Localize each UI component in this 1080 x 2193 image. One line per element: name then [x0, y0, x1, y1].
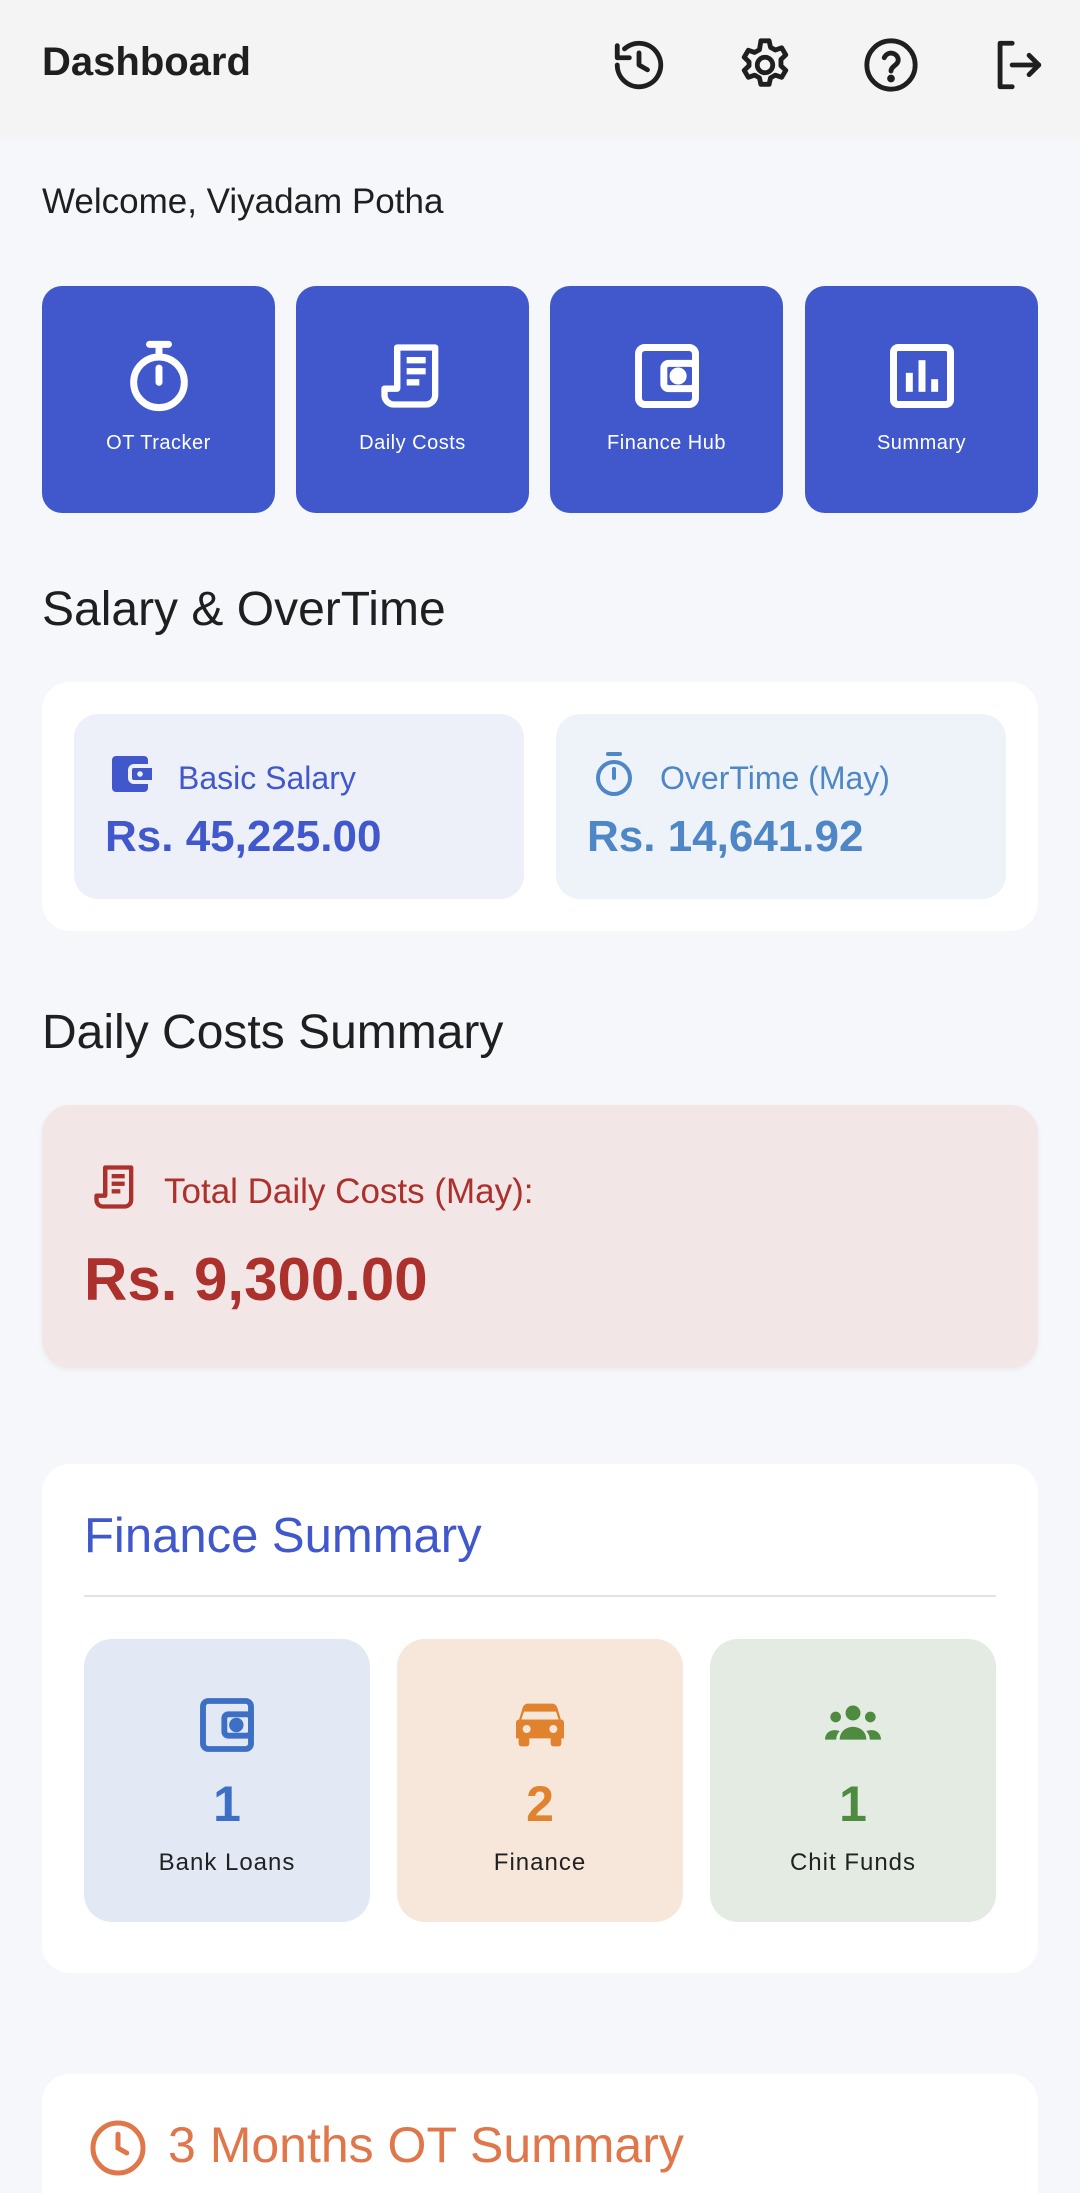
tile-label: Finance Hub: [607, 432, 726, 454]
car-icon: [397, 1693, 683, 1757]
tile-label: Summary: [876, 432, 967, 454]
wallet-icon: [108, 750, 156, 806]
tile-finance-hub[interactable]: Finance Hub: [550, 286, 783, 513]
finance-item-count: 2: [526, 1776, 554, 1832]
logout-icon[interactable]: [986, 34, 1048, 96]
finance-item-finance[interactable]: 2 Finance: [397, 1639, 683, 1922]
tile-daily-costs[interactable]: Daily Costs: [296, 286, 529, 513]
finance-item-count: 1: [213, 1776, 241, 1832]
daily-costs-label: Total Daily Costs (May):: [164, 1171, 534, 1211]
finance-item-label: Finance: [493, 1849, 587, 1876]
overtime-value: Rs. 14,641.92: [587, 812, 864, 861]
wallet-icon: [550, 338, 783, 418]
finance-item-label: Bank Loans: [158, 1849, 296, 1876]
ot-summary-title: 3 Months OT Summary: [168, 2117, 684, 2173]
basic-salary-box[interactable]: Basic Salary Rs. 45,225.00: [74, 714, 524, 899]
history-icon[interactable]: [608, 34, 670, 96]
finance-item-bank-loans[interactable]: 1 Bank Loans: [84, 1639, 370, 1922]
timer-icon: [590, 750, 638, 806]
finance-item-count: 1: [839, 1776, 867, 1832]
finance-summary-card: Finance Summary 1 Bank Loans 2 Finance 1…: [42, 1464, 1038, 1973]
finance-item-chit-funds[interactable]: 1 Chit Funds: [710, 1639, 996, 1922]
timer-icon: [42, 338, 275, 418]
tile-label: OT Tracker: [106, 432, 211, 454]
group-icon: [710, 1693, 996, 1757]
wallet-icon: [84, 1693, 370, 1757]
clock-icon: [88, 2118, 148, 2178]
tile-ot-tracker[interactable]: OT Tracker: [42, 286, 275, 513]
daily-costs-section-title: Daily Costs Summary: [42, 1006, 504, 1059]
overtime-label: OverTime (May): [660, 759, 890, 796]
overtime-box[interactable]: OverTime (May) Rs. 14,641.92: [556, 714, 1006, 899]
page-title: Dashboard: [42, 40, 251, 84]
tile-label: Daily Costs: [359, 432, 466, 454]
daily-costs-value: Rs. 9,300.00: [84, 1246, 428, 1313]
receipt-icon: [296, 338, 529, 418]
salary-section-title: Salary & OverTime: [42, 583, 446, 636]
receipt-icon: [90, 1161, 142, 1222]
basic-salary-label: Basic Salary: [178, 759, 356, 796]
bar-chart-icon: [805, 338, 1038, 418]
basic-salary-value: Rs. 45,225.00: [105, 812, 382, 861]
finance-item-label: Chit Funds: [789, 1849, 917, 1876]
welcome-text: Welcome, Viyadam Potha: [42, 182, 444, 221]
help-icon[interactable]: [860, 34, 922, 96]
ot-summary-card[interactable]: 3 Months OT Summary: [42, 2074, 1038, 2193]
tile-summary[interactable]: Summary: [805, 286, 1038, 513]
daily-costs-card[interactable]: Total Daily Costs (May): Rs. 9,300.00: [42, 1105, 1038, 1368]
settings-icon[interactable]: [734, 34, 796, 96]
app-bar: Dashboard: [0, 0, 1080, 137]
finance-summary-title: Finance Summary: [84, 1509, 482, 1563]
divider: [84, 1595, 996, 1597]
